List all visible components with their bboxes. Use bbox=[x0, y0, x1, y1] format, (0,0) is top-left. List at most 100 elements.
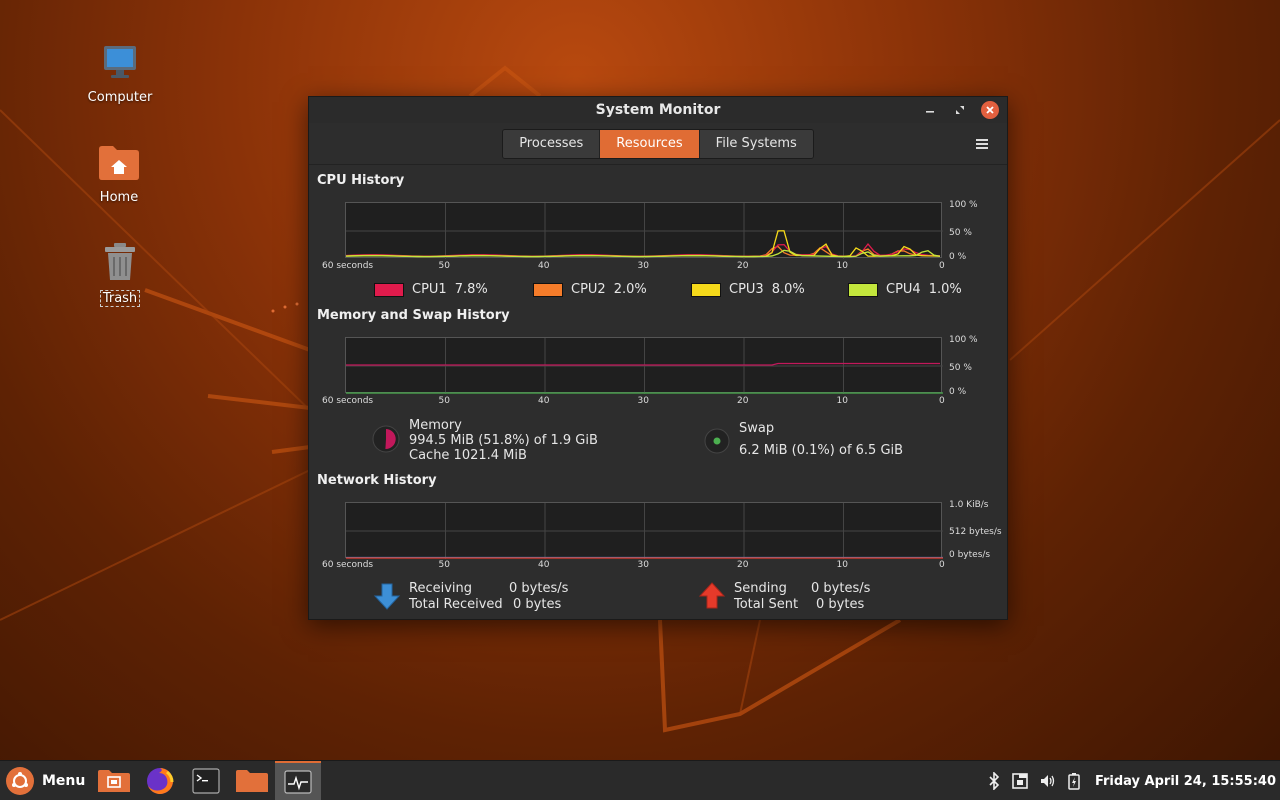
memory-pie-icon[interactable] bbox=[371, 424, 401, 458]
memory-value: 994.5 MiB (51.8%) of 1.9 GiB bbox=[409, 433, 598, 448]
x-tick-label: 30 bbox=[637, 396, 649, 406]
taskbar-files[interactable] bbox=[229, 761, 275, 800]
x-tick-label: 30 bbox=[637, 261, 649, 271]
desktop-icon-computer[interactable]: Computer bbox=[75, 40, 165, 105]
menu-label: Menu bbox=[42, 772, 86, 789]
x-tick-label: 40 bbox=[538, 261, 550, 271]
swap-label: Swap bbox=[739, 421, 775, 436]
x-tick-label: 0 bbox=[939, 560, 945, 570]
tab-processes[interactable]: Processes bbox=[503, 129, 601, 158]
trash-icon bbox=[75, 240, 165, 284]
x-tick-label: 50 bbox=[438, 560, 450, 570]
battery-icon[interactable] bbox=[1067, 772, 1081, 790]
total-received-label: Total Received bbox=[409, 597, 503, 612]
window-titlebar[interactable]: System Monitor bbox=[309, 97, 1007, 123]
x-tick-label: 50 bbox=[438, 396, 450, 406]
x-tick-label: 40 bbox=[538, 396, 550, 406]
cpu4-value: 1.0% bbox=[928, 282, 962, 297]
maximize-button[interactable] bbox=[951, 101, 969, 119]
sending-arrow-icon bbox=[698, 582, 726, 614]
x-tick-label: 20 bbox=[737, 396, 749, 406]
desktop-icon-label: Computer bbox=[87, 90, 153, 105]
home-folder-icon bbox=[74, 140, 164, 184]
cpu3-label: CPU3 bbox=[729, 282, 764, 297]
tab-file-systems[interactable]: File Systems bbox=[699, 129, 813, 158]
x-tick-label: 0 bbox=[939, 261, 945, 271]
minimize-icon bbox=[926, 111, 934, 113]
cpu2-color-swatch[interactable] bbox=[533, 282, 563, 297]
window-title: System Monitor bbox=[595, 102, 721, 118]
desktop-icon-trash[interactable]: Trash bbox=[75, 240, 165, 307]
sending-label: Sending bbox=[734, 581, 787, 596]
menu-button[interactable]: Menu bbox=[0, 761, 91, 800]
legend-cpu1[interactable]: CPU1 7.8% bbox=[374, 282, 488, 297]
taskbar-terminal[interactable] bbox=[183, 761, 229, 800]
x-tick-label: 30 bbox=[637, 560, 649, 570]
cpu1-label: CPU1 bbox=[412, 282, 447, 297]
taskbar-show-desktop[interactable] bbox=[91, 761, 137, 800]
legend-cpu4[interactable]: CPU4 1.0% bbox=[848, 282, 962, 297]
memory-trace bbox=[346, 362, 940, 366]
tab-resources[interactable]: Resources bbox=[600, 129, 700, 158]
x-tick-label: 20 bbox=[737, 261, 749, 271]
memory-label: Memory bbox=[409, 418, 462, 433]
menu-hamburger-icon[interactable] bbox=[973, 135, 991, 153]
desktop-icon-home[interactable]: Home bbox=[74, 140, 164, 205]
total-sent-value: 0 bytes bbox=[816, 597, 865, 612]
desktop-icon-label: Trash bbox=[99, 290, 141, 307]
cpu3-trace bbox=[346, 230, 941, 258]
x-tick-label: 10 bbox=[836, 261, 848, 271]
x-tick-label: 60 seconds bbox=[322, 396, 374, 406]
net-y-tick-mid: 512 bytes/s bbox=[949, 527, 1002, 537]
cpu-history-title: CPU History bbox=[317, 173, 405, 188]
taskbar-firefox[interactable] bbox=[137, 761, 183, 800]
sending-info: Sending 0 bytes/s Total Sent 0 bytes bbox=[734, 581, 870, 613]
clock[interactable]: Friday April 24, 15:55:40 bbox=[1095, 774, 1276, 789]
system-tray: Friday April 24, 15:55:40 bbox=[987, 761, 1276, 800]
cpu-graph bbox=[345, 202, 943, 259]
receiving-label: Receiving bbox=[409, 581, 473, 596]
system-monitor-icon bbox=[284, 769, 312, 794]
x-tick-label: 10 bbox=[836, 396, 848, 406]
swap-value: 6.2 MiB (0.1%) of 6.5 GiB bbox=[739, 443, 904, 458]
cpu1-color-swatch[interactable] bbox=[374, 282, 404, 297]
volume-icon[interactable] bbox=[1039, 772, 1057, 790]
system-monitor-window: System Monitor Processes Resources File … bbox=[308, 96, 1008, 620]
x-tick-label: 20 bbox=[737, 560, 749, 570]
cpu2-value: 2.0% bbox=[613, 282, 647, 297]
x-tick-label: 60 seconds bbox=[322, 261, 374, 271]
cpu-y-tick-50: 50 % bbox=[949, 228, 972, 238]
mem-y-tick-50: 50 % bbox=[949, 363, 972, 373]
desktop-icon-label: Home bbox=[99, 190, 139, 205]
memory-cache: Cache 1021.4 MiB bbox=[409, 448, 527, 463]
net-y-tick-0: 0 bytes/s bbox=[949, 550, 991, 560]
total-sent-label: Total Sent bbox=[734, 597, 799, 612]
folder-icon bbox=[236, 769, 269, 792]
bluetooth-icon[interactable] bbox=[987, 772, 1001, 790]
network-history-title: Network History bbox=[317, 473, 437, 488]
memory-history-title: Memory and Swap History bbox=[317, 308, 510, 323]
cpu3-color-swatch[interactable] bbox=[691, 282, 721, 297]
swap-pie-icon[interactable] bbox=[703, 427, 731, 459]
cpu-y-tick-100: 100 % bbox=[949, 200, 978, 210]
ubuntu-logo-icon bbox=[6, 766, 34, 795]
network-icon[interactable] bbox=[1011, 772, 1029, 790]
close-button[interactable] bbox=[981, 101, 999, 119]
taskbar: Menu Friday April 24, 15:55:40 bbox=[0, 760, 1280, 800]
cpu1-value: 7.8% bbox=[454, 282, 488, 297]
memory-info: Memory 994.5 MiB (51.8%) of 1.9 GiB Cach… bbox=[409, 418, 598, 463]
cpu4-color-swatch[interactable] bbox=[848, 282, 878, 297]
firefox-icon bbox=[147, 767, 174, 794]
legend-cpu3[interactable]: CPU3 8.0% bbox=[691, 282, 805, 297]
view-switcher: Processes Resources File Systems bbox=[502, 128, 814, 159]
net-y-tick-max: 1.0 KiB/s bbox=[949, 500, 989, 510]
x-tick-label: 10 bbox=[836, 560, 848, 570]
terminal-icon bbox=[192, 767, 220, 794]
minimize-button[interactable] bbox=[921, 101, 939, 119]
memory-graph bbox=[345, 337, 943, 394]
receiving-arrow-icon bbox=[373, 582, 401, 614]
x-tick-label: 40 bbox=[538, 560, 550, 570]
legend-cpu2[interactable]: CPU2 2.0% bbox=[533, 282, 647, 297]
close-icon bbox=[986, 106, 994, 114]
taskbar-system-monitor[interactable] bbox=[275, 760, 322, 800]
